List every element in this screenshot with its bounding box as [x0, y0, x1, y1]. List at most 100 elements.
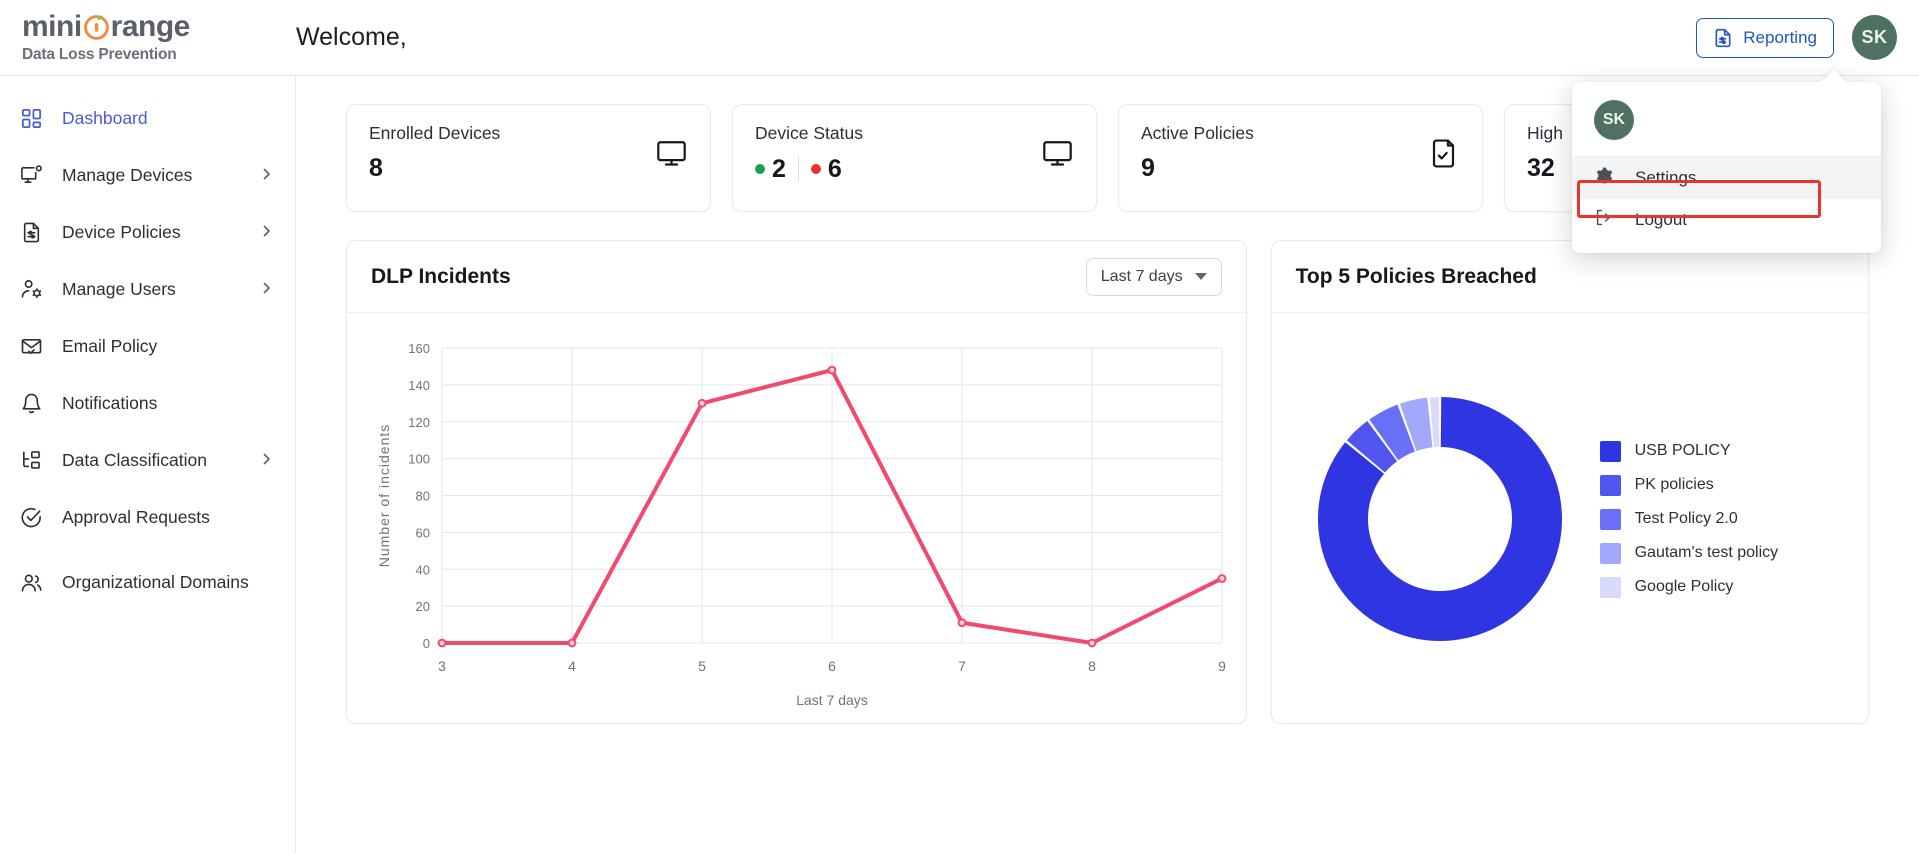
sidebar: Dashboard Manage Devices Device Policies… [0, 76, 296, 853]
dlp-incidents-chart: 0 20 40 60 80 100 120 140 160 3 4 5 6 7 8 9 Last 7 days N… [347, 313, 1246, 723]
date-range-value: Last 7 days [1100, 267, 1183, 285]
sidebar-item-data-classification[interactable]: Data Classification [0, 432, 295, 489]
top-policies-chart: USB POLICY PK policies Test Policy 2.0 Gaut… [1272, 313, 1868, 723]
sidebar-item-manage-devices[interactable]: Manage Devices [0, 147, 295, 204]
monitor-icon [1041, 137, 1074, 175]
svg-text:20: 20 [416, 599, 430, 614]
legend-item[interactable]: PK policies [1599, 474, 1779, 496]
sidebar-item-notifications[interactable]: Notifications [0, 375, 295, 432]
menu-item-logout[interactable]: Logout [1572, 199, 1881, 241]
document-settings-icon [18, 220, 44, 246]
profile-dropdown-header: SK [1572, 82, 1881, 157]
svg-text:120: 120 [408, 415, 430, 430]
profile-dropdown: SK Settings Logout [1572, 69, 1881, 253]
top-bar-actions: Reporting SK [1696, 15, 1919, 60]
svg-text:60: 60 [416, 525, 430, 540]
device-status-offline: 6 [810, 154, 842, 183]
device-status-online-value: 2 [772, 154, 786, 183]
user-settings-icon [18, 277, 44, 303]
stat-card-enrolled-devices: Enrolled Devices 8 [346, 104, 711, 212]
stat-card-value: 8 [369, 154, 383, 182]
svg-text:7: 7 [958, 658, 966, 674]
dlp-incidents-panel: DLP Incidents Last 7 days 0 20 40 60 80 100 12… [346, 240, 1247, 724]
stat-card-title: Active Policies [1141, 123, 1254, 143]
envelope-check-icon [18, 334, 44, 360]
stat-card-title: High [1527, 123, 1563, 143]
menu-item-label: Logout [1635, 210, 1687, 229]
sidebar-item-label: Data Classification [62, 449, 207, 470]
sidebar-item-label: Dashboard [62, 107, 148, 128]
date-range-select[interactable]: Last 7 days [1085, 257, 1222, 296]
brand-logo[interactable]: mini range Data Loss Prevention [0, 9, 296, 64]
stat-card-active-policies: Active Policies 9 [1118, 104, 1483, 212]
chevron-down-icon [1194, 273, 1207, 280]
bell-icon [18, 391, 44, 417]
chevron-right-icon [261, 279, 273, 300]
report-document-icon [1713, 28, 1733, 48]
sidebar-item-label: Email Policy [62, 335, 158, 356]
chevron-right-icon [261, 450, 273, 471]
stat-card-value: 32 [1527, 154, 1555, 182]
legend-label: Gautam's test policy [1634, 544, 1779, 561]
device-status-offline-value: 6 [827, 154, 842, 183]
top-bar: mini range Data Loss Prevention Welcome, [0, 0, 1919, 76]
svg-text:0: 0 [423, 636, 430, 651]
svg-text:100: 100 [408, 452, 430, 467]
reporting-button-label: Reporting [1743, 27, 1817, 47]
legend-item[interactable]: USB POLICY [1599, 440, 1779, 462]
sidebar-item-approval-requests[interactable]: Approval Requests [0, 489, 295, 546]
chevron-right-icon [261, 165, 273, 186]
document-check-icon [1427, 137, 1460, 175]
sidebar-item-label: Organizational Domains [62, 572, 249, 593]
check-circle-icon [18, 505, 44, 531]
sidebar-item-dashboard[interactable]: Dashboard [0, 90, 295, 147]
donut-legend: USB POLICY PK policies Test Policy 2.0 Gaut… [1599, 440, 1779, 598]
legend-item[interactable]: Google Policy [1599, 576, 1779, 598]
sidebar-item-label: Manage Users [62, 278, 176, 299]
sidebar-item-email-policy[interactable]: Email Policy [0, 318, 295, 375]
avatar-initials: SK [1602, 111, 1626, 128]
sidebar-item-device-policies[interactable]: Device Policies [0, 204, 295, 261]
stat-card-title: Enrolled Devices [369, 123, 501, 143]
brand-subtitle: Data Loss Prevention [22, 45, 177, 63]
svg-text:5: 5 [698, 658, 706, 674]
svg-text:4: 4 [568, 658, 576, 674]
legend-swatch [1599, 576, 1621, 598]
legend-swatch [1599, 508, 1621, 530]
legend-item[interactable]: Test Policy 2.0 [1599, 508, 1779, 530]
reporting-button[interactable]: Reporting [1696, 17, 1834, 58]
sidebar-item-manage-users[interactable]: Manage Users [0, 261, 295, 318]
svg-text:80: 80 [416, 489, 430, 504]
svg-text:9: 9 [1218, 658, 1226, 674]
svg-text:140: 140 [408, 378, 430, 393]
sidebar-item-label: Notifications [62, 392, 158, 413]
panel-title: DLP Incidents [371, 264, 511, 288]
legend-swatch [1599, 440, 1621, 462]
avatar: SK [1594, 100, 1634, 140]
legend-swatch [1599, 474, 1621, 496]
legend-swatch [1599, 542, 1621, 564]
status-dot-online [755, 164, 765, 174]
gear-icon [1594, 166, 1613, 190]
sidebar-item-organizational-domains[interactable]: Organizational Domains [0, 546, 295, 620]
stat-card-device-status: Device Status 2 6 [732, 104, 1097, 212]
svg-text:3: 3 [438, 658, 446, 674]
monitor-icon [655, 137, 688, 175]
legend-label: USB POLICY [1634, 442, 1731, 459]
panels-row: DLP Incidents Last 7 days 0 20 40 60 80 100 12… [296, 212, 1919, 724]
svg-text:160: 160 [408, 341, 430, 356]
svg-text:Last 7 days: Last 7 days [796, 692, 868, 708]
menu-item-settings[interactable]: Settings [1572, 157, 1881, 199]
stat-card-value: 9 [1141, 154, 1155, 182]
brand-name-part1: mini [22, 9, 82, 43]
device-status-online: 2 [755, 154, 786, 183]
svg-text:Number of incidents: Number of incidents [376, 424, 392, 568]
avatar[interactable]: SK [1852, 15, 1897, 60]
top-policies-panel: Top 5 Policies Breached USB POLICY PK pol… [1270, 240, 1869, 724]
sidebar-item-label: Manage Devices [62, 164, 193, 185]
legend-item[interactable]: Gautam's test policy [1599, 542, 1779, 564]
tree-structure-icon [18, 448, 44, 474]
users-group-icon [18, 570, 44, 596]
grid-dashboard-icon [18, 106, 44, 132]
sidebar-item-label: Approval Requests [62, 506, 210, 527]
